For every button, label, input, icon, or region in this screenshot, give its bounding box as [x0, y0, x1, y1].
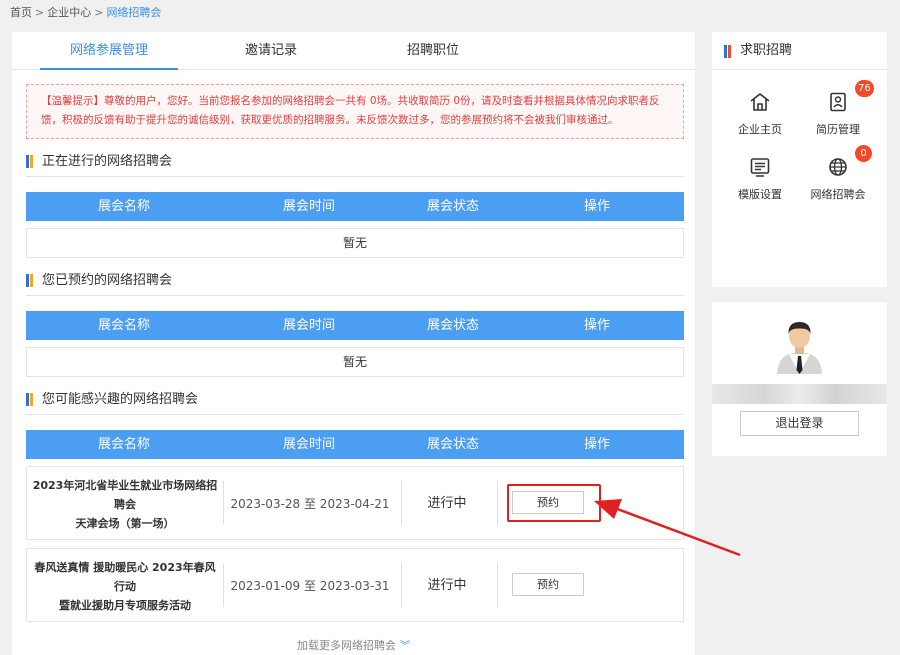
- section-marker-icon: [26, 155, 33, 168]
- double-chevron-down-icon: ︾: [400, 641, 410, 652]
- resume-count-badge: 76: [855, 80, 874, 97]
- logout-button[interactable]: 退出登录: [740, 411, 859, 436]
- notice-line-1: 【温馨提示】尊敬的用户，您好。当前您报名参加的网络招聘会一共有 0场。共收取简历…: [41, 95, 660, 107]
- template-icon: [750, 158, 770, 177]
- col-time: 展会时间: [282, 199, 335, 214]
- col-action: 操作: [583, 437, 610, 452]
- breadcrumb: 首页 > 企业中心 > 网络招聘会: [10, 6, 162, 19]
- col-time: 展会时间: [282, 437, 335, 452]
- fair-row: 春风送真情 援助暖民心 2023年春风行动 暨就业援助月专项服务活动 2023-0…: [26, 548, 684, 622]
- home-icon: [750, 93, 770, 111]
- breadcrumb-company-center[interactable]: 企业中心: [47, 6, 91, 19]
- tab-invitation-records[interactable]: 邀请记录: [202, 32, 340, 70]
- sidebar-item-online-job-fair[interactable]: 网络招聘会: [796, 157, 880, 202]
- section-title-booked: 您已预约的网络招聘会: [26, 272, 172, 290]
- divider: [497, 563, 498, 607]
- tab-bar: 网络参展管理 邀请记录 招聘职位: [12, 32, 695, 70]
- section-marker-icon: [26, 274, 33, 287]
- col-action: 操作: [583, 199, 610, 214]
- tab-exhibition-management[interactable]: 网络参展管理: [40, 32, 178, 70]
- breadcrumb-current: 网络招聘会: [106, 6, 162, 19]
- table-header-booked: 展会名称 展会时间 展会状态 操作: [26, 311, 684, 340]
- tab-job-positions[interactable]: 招聘职位: [364, 32, 502, 70]
- job-fair-count-badge: 0: [855, 145, 872, 162]
- fair-time: 2023-01-09 至 2023-03-31: [230, 579, 390, 593]
- arrow-annotation-icon: [594, 499, 741, 557]
- col-time: 展会时间: [282, 318, 335, 333]
- col-status: 展会状态: [426, 199, 479, 214]
- divider: [26, 176, 684, 177]
- col-action: 操作: [583, 318, 610, 333]
- breadcrumb-home[interactable]: 首页: [10, 6, 32, 19]
- sidebar-item-template-settings[interactable]: 模版设置: [718, 157, 802, 202]
- load-more-link[interactable]: 加载更多网络招聘会 ︾: [12, 637, 695, 653]
- sidebar-recruitment: 求职招聘 企业主页 简历管理 76 模版设置 网络招聘会 0: [712, 32, 887, 287]
- globe-icon: [829, 158, 847, 176]
- col-name: 展会名称: [97, 199, 150, 214]
- sidebar-item-company-home[interactable]: 企业主页: [718, 92, 802, 137]
- fair-name[interactable]: 春风送真情 援助暖民心 2023年春风行动 暨就业援助月专项服务活动: [27, 549, 223, 623]
- resume-icon: [830, 92, 846, 112]
- fair-time: 2023-03-28 至 2023-04-21: [230, 497, 390, 511]
- book-button[interactable]: 预约: [512, 573, 584, 596]
- fair-status: 进行中: [427, 496, 467, 511]
- divider: [497, 481, 498, 525]
- fair-status: 进行中: [427, 578, 467, 593]
- col-name: 展会名称: [97, 437, 150, 452]
- empty-ongoing: 暂无: [26, 228, 684, 258]
- divider: [26, 414, 684, 415]
- highlight-box: [507, 484, 601, 522]
- empty-booked: 暂无: [26, 347, 684, 377]
- divider: [26, 295, 684, 296]
- table-header-ongoing: 展会名称 展会时间 展会状态 操作: [26, 192, 684, 221]
- warm-notice: 【温馨提示】尊敬的用户，您好。当前您报名参加的网络招聘会一共有 0场。共收取简历…: [26, 84, 684, 139]
- section-marker-icon: [724, 45, 731, 58]
- sidebar-account: 退出登录: [712, 302, 887, 456]
- sidebar-item-resume-management[interactable]: 简历管理: [796, 92, 880, 137]
- section-title-ongoing: 正在进行的网络招聘会: [26, 153, 172, 171]
- username-redacted: [712, 384, 887, 404]
- section-marker-icon: [26, 393, 33, 406]
- main-panel: 网络参展管理 邀请记录 招聘职位 【温馨提示】尊敬的用户，您好。当前您报名参加的…: [12, 32, 695, 655]
- avatar: [777, 322, 822, 374]
- section-title-interested: 您可能感兴趣的网络招聘会: [26, 391, 198, 409]
- table-header-interested: 展会名称 展会时间 展会状态 操作: [26, 430, 684, 459]
- col-status: 展会状态: [426, 318, 479, 333]
- notice-line-2: 馈，积极的反馈有助于提升您的诚信级别，获取更优质的招聘服务。未反馈次数过多，您的…: [41, 114, 619, 126]
- sidebar-title: 求职招聘: [712, 32, 887, 70]
- fair-name[interactable]: 2023年河北省毕业生就业市场网络招聘会 天津会场（第一场）: [27, 467, 223, 541]
- col-name: 展会名称: [97, 318, 150, 333]
- col-status: 展会状态: [426, 437, 479, 452]
